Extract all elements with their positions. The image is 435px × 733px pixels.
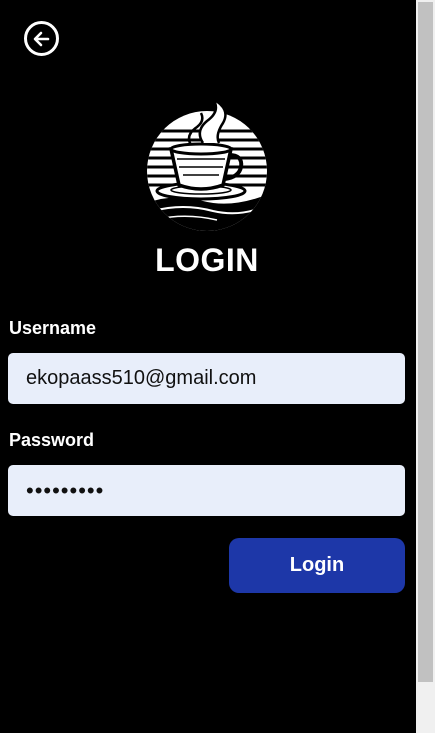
scrollbar[interactable] — [416, 0, 435, 733]
login-screen: LOGIN Username Password Login — [0, 0, 416, 733]
back-button[interactable] — [24, 21, 59, 56]
password-input[interactable] — [8, 465, 405, 516]
login-button[interactable]: Login — [229, 538, 405, 593]
password-label: Password — [9, 430, 95, 450]
page-title: LOGIN — [155, 242, 259, 278]
arrow-left-icon — [33, 31, 49, 46]
username-input[interactable] — [8, 353, 405, 404]
scrollbar-thumb[interactable] — [418, 2, 433, 682]
coffee-cup-logo — [147, 97, 267, 231]
username-label: Username — [9, 318, 97, 338]
